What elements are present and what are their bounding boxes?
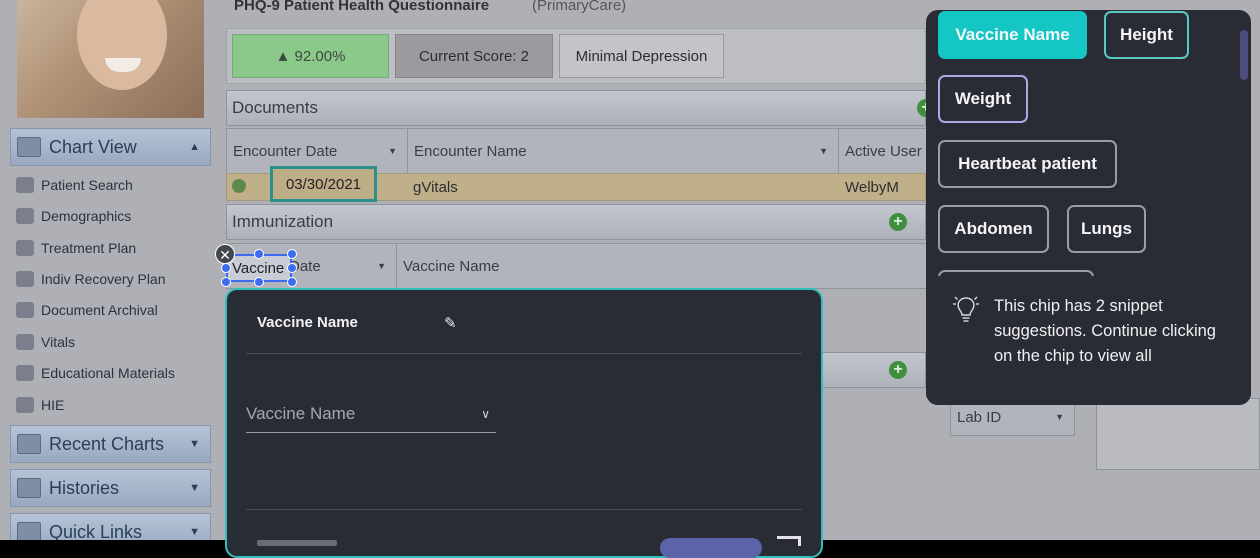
side-panel [1096,398,1260,470]
recent-charts-header[interactable]: Recent Charts ▼ [10,425,211,463]
patient-photo [17,0,204,118]
chevron-down-icon: ▼ [189,438,200,450]
globe-icon [16,397,34,413]
divider [246,509,802,510]
score-percent-badge: ▲ 92.00% [232,34,389,78]
chip-vaccine-name[interactable]: Vaccine Name [938,11,1087,59]
sidebar-item-vitals[interactable]: Vitals [16,330,75,354]
immunization-title: Immunization [232,212,334,231]
footer-text [257,540,337,546]
phq-subtitle: (PrimaryCare) [532,0,627,14]
chart-view-header[interactable]: Chart View ▲ [10,128,211,166]
quick-links-header[interactable]: Quick Links ▼ [10,513,211,540]
chevron-down-icon: ▼ [189,482,200,494]
lightbulb-icon [953,296,979,322]
chip-height[interactable]: Height [1104,11,1189,59]
encounter-date-cell[interactable]: 03/30/2021 [270,166,377,202]
divider [246,353,802,354]
active-user-cell: WelbyM [845,179,899,196]
col-encounter-name[interactable]: Encounter Name ▼ [407,128,839,174]
column-label: Encounter Date [233,142,338,160]
sidebar-item-label: Demographics [41,208,132,224]
sidebar-item-recovery-plan[interactable]: Indiv Recovery Plan [16,267,166,291]
current-score-badge: Current Score: 2 [395,34,553,78]
add-immunization-icon[interactable]: + [889,213,907,231]
section-label: Histories [49,477,120,498]
document-archival-icon [16,302,34,318]
vitals-icon [16,334,34,350]
chip-tip-text: This chip has 2 snippet suggestions. Con… [994,297,1216,365]
chip-weight[interactable]: Weight [938,75,1028,123]
resize-handle[interactable] [287,249,297,259]
immunization-section-header: Immunization + [226,204,926,240]
sidebar-item-treatment-plan[interactable]: Treatment Plan [16,236,136,260]
close-icon[interactable]: ✕ [215,244,235,264]
educational-materials-icon [16,365,34,381]
sidebar-item-label: Treatment Plan [41,240,137,256]
select-placeholder: Vaccine Name [246,404,356,423]
sidebar-item-label: Indiv Recovery Plan [41,271,166,287]
demographics-icon [16,208,34,224]
documents-title: Documents [232,98,318,117]
encounter-name-cell: gVitals [413,179,458,196]
sidebar-item-patient-search[interactable]: Patient Search [16,173,133,197]
add-lab-icon[interactable]: + [889,361,907,379]
section-label: Recent Charts [49,433,165,454]
add-button[interactable] [660,538,762,558]
pencil-icon[interactable]: ✎ [444,314,457,332]
chip-abdomen[interactable]: Abdomen [938,205,1049,253]
col-active-user[interactable]: Active User [838,128,928,174]
chart-view-icon [17,137,41,157]
chevron-down-icon: ∨ [481,407,490,421]
resize-handle[interactable] [221,277,231,287]
column-label: Vaccine Name [403,257,500,275]
sidebar-item-label: Vitals [41,334,75,350]
expand-icon[interactable] [777,536,801,546]
phq-title-bar: PHQ-9 Patient Health Questionnaire (Prim… [226,0,926,22]
sort-icon: ▼ [377,261,386,271]
section-label: Quick Links [49,521,143,541]
resize-handle[interactable] [254,249,264,259]
chart-view-label: Chart View [49,136,137,157]
chevron-down-icon: ▼ [189,526,200,538]
patient-search-icon [16,177,34,193]
vaccine-name-select[interactable]: Vaccine Name ∨ [246,396,496,433]
card-title: Vaccine Name [257,314,358,331]
column-label: Encounter Name [414,142,527,160]
recovery-plan-icon [16,271,34,287]
recent-charts-icon [17,434,41,454]
column-label: Active User [845,142,922,160]
row-status-icon [232,179,246,193]
resize-handle[interactable] [287,263,297,273]
sidebar-item-document-archival[interactable]: Document Archival [16,298,158,322]
sort-icon: ▼ [1055,412,1064,422]
sidebar-item-educational-materials[interactable]: Educational Materials [16,361,175,385]
sidebar-item-label: HIE [41,397,65,413]
sidebar-item-demographics[interactable]: Demographics [16,204,131,228]
severity-badge: Minimal Depression [559,34,724,78]
quick-links-icon [17,522,41,540]
selected-chip-label: Vaccine [232,259,285,277]
chip-lungs[interactable]: Lungs [1067,205,1146,253]
treatment-plan-icon [16,240,34,256]
histories-header[interactable]: Histories ▼ [10,469,211,507]
sort-icon: ▼ [819,146,828,156]
col-vaccine-name[interactable]: Vaccine Name [396,243,928,289]
sort-icon: ▼ [388,146,397,156]
sidebar-item-label: Patient Search [41,177,133,193]
histories-icon [17,478,41,498]
resize-handle[interactable] [287,277,297,287]
column-label: Lab ID [957,408,1002,426]
chevron-up-icon: ▲ [189,141,200,153]
popup-scrollbar[interactable] [1240,30,1248,80]
phq-title: PHQ-9 Patient Health Questionnaire [234,0,490,14]
sidebar-item-label: Document Archival [41,302,158,318]
resize-handle[interactable] [254,277,264,287]
chip-heartbeat-patient[interactable]: Heartbeat patient [938,140,1117,188]
documents-section-header: Documents + [226,90,935,126]
sidebar-item-hie[interactable]: HIE [16,393,64,417]
sidebar-item-label: Educational Materials [41,365,175,381]
